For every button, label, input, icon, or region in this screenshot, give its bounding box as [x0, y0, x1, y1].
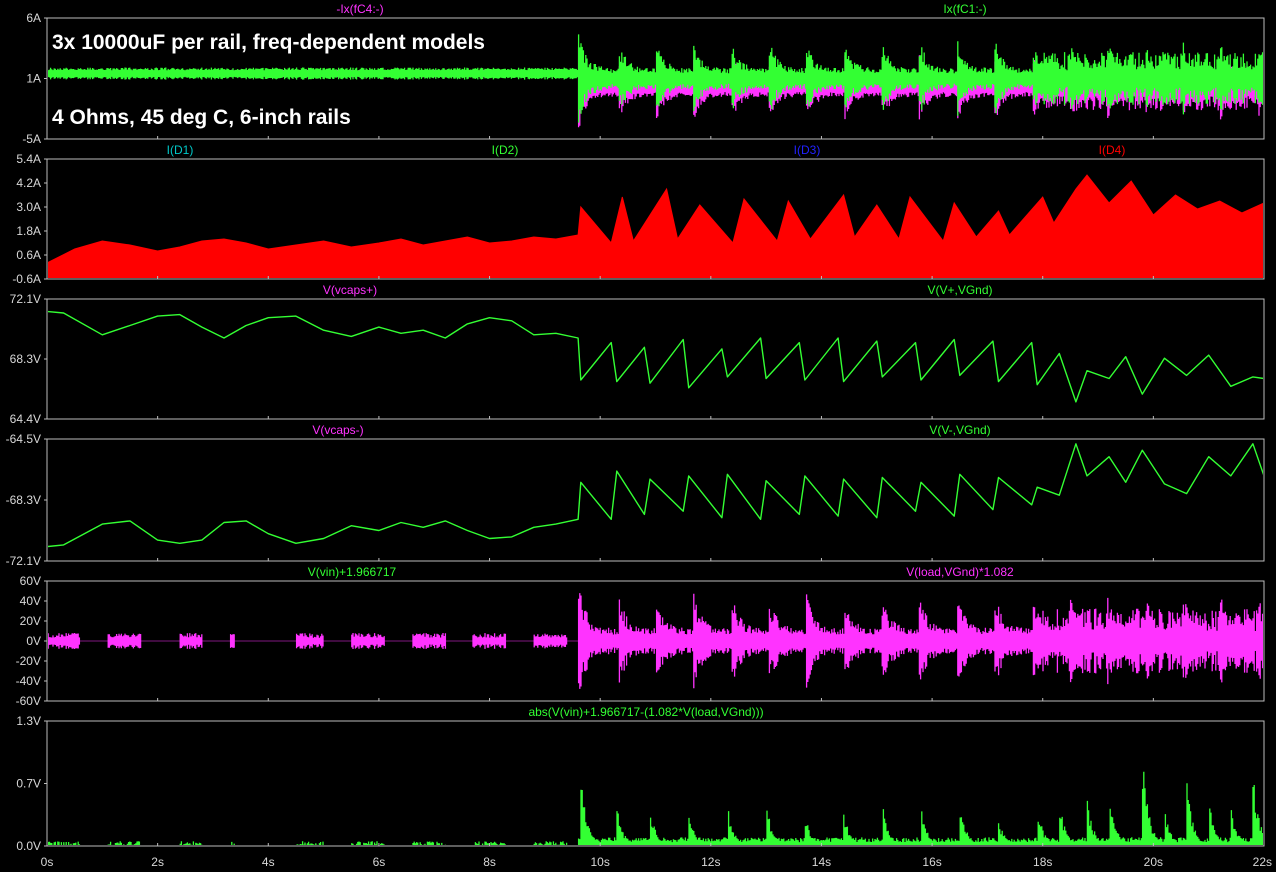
series-line: [48, 310, 1263, 403]
x-tick-label: 18s: [1033, 855, 1052, 869]
y-tick-label: 72.1V: [10, 292, 41, 306]
trace-label: I(D3): [794, 143, 821, 157]
trace-label: I(D2): [492, 143, 519, 157]
series-line: [48, 443, 1263, 548]
annotation-title: 3x 10000uF per rail, freq-dependent mode…: [52, 31, 485, 54]
x-tick-label: 8s: [483, 855, 496, 869]
x-tick-label: 16s: [922, 855, 941, 869]
panel-5: 60V 40V 20V 0V -20V -40V -60V V(vin)+1.966717 V(…: [16, 565, 1265, 708]
y-tick-label: 60V: [20, 574, 41, 588]
y-tick-label: -0.6A: [12, 272, 41, 286]
x-tick-label: 10s: [591, 855, 610, 869]
plot-area: [48, 174, 1263, 278]
y-tick-label: 64.4V: [10, 412, 41, 426]
trace-label: V(load,VGnd)*1.082: [906, 565, 1014, 579]
y-tick-label: 0.0V: [16, 839, 41, 853]
trace-label: V(vcaps+): [323, 283, 377, 297]
y-tick-label: -68.3V: [6, 493, 41, 507]
x-tick-label: 6s: [373, 855, 386, 869]
x-tick-label: 12s: [701, 855, 720, 869]
x-tick-label: 2s: [151, 855, 164, 869]
trace-label: V(V-,VGnd): [929, 423, 990, 437]
trace-label: V(V+,VGnd): [927, 283, 992, 297]
panel-frame: [46, 720, 1265, 847]
y-tick-label: -5A: [22, 132, 41, 146]
y-tick-label: 1.3V: [16, 714, 41, 728]
y-tick-label: -20V: [16, 654, 41, 668]
trace-label: Ix(fC1:-): [943, 2, 986, 16]
y-tick-label: 20V: [20, 614, 41, 628]
y-tick-label: 1A: [26, 72, 41, 86]
y-tick-label: 0.7V: [16, 777, 41, 791]
trace-label: V(vcaps-): [312, 423, 363, 437]
panel-2: 5.4A 4.2A 3.0A 1.8A 0.6A -0.6A I(D1) I(D2) I(D3)…: [12, 143, 1265, 286]
y-tick-label: -64.5V: [6, 432, 41, 446]
series-envelope: [48, 593, 1263, 689]
panel-frame: [46, 438, 1265, 562]
y-tick-label: 0.6A: [16, 248, 41, 262]
plot-area: [48, 771, 1263, 845]
x-tick-label: 22s: [1253, 855, 1272, 869]
y-tick-label: 5.4A: [16, 152, 41, 166]
trace-label: I(D4): [1099, 143, 1126, 157]
x-tick-label: 0s: [41, 855, 54, 869]
x-tick-label: 20s: [1144, 855, 1163, 869]
y-tick-label: 3.0A: [16, 200, 41, 214]
y-tick-label: 4.2A: [16, 176, 41, 190]
series-spikes: [48, 771, 1263, 845]
y-tick-label: 6A: [26, 11, 41, 25]
panel-6: 1.3V 0.7V 0.0V abs(V(vin)+1.966717-(1.082*V…: [16, 705, 1265, 853]
waveform-plot: 6A 1A -5A -Ix(fC4:-) Ix(fC1:-) 5.4A 4.2A 3.0A 1.…: [6, 2, 1272, 869]
trace-label: -Ix(fC4:-): [336, 2, 383, 16]
plot-area: [48, 310, 1263, 403]
series-area: [48, 174, 1263, 278]
y-tick-label: 68.3V: [10, 352, 41, 366]
x-axis: 0s 2s 4s 6s 8s 10s 12s 14s 16s 18s 20s 22s: [41, 855, 1272, 869]
y-tick-label: 40V: [20, 594, 41, 608]
plot-area: [48, 593, 1263, 689]
panel-3: 72.1V 68.3V 64.4V V(vcaps+) V(V+,VGnd): [10, 283, 1265, 426]
trace-label: abs(V(vin)+1.966717-(1.082*V(load,VGnd))…: [528, 705, 763, 719]
trace-label: I(D1): [167, 143, 194, 157]
annotation-subtitle: 4 Ohms, 45 deg C, 6-inch rails: [52, 106, 351, 129]
trace-label: V(vin)+1.966717: [308, 565, 397, 579]
plot-panels: 6A 1A -5A -Ix(fC4:-) Ix(fC1:-) 5.4A 4.2A 3.0A 1.…: [6, 2, 1265, 853]
x-tick-label: 14s: [812, 855, 831, 869]
panel-frame: [46, 298, 1265, 420]
panel-4: -64.5V -68.3V -72.1V V(vcaps-) V(V-,VGnd): [6, 423, 1265, 568]
y-tick-label: -40V: [16, 674, 41, 688]
y-tick-label: -72.1V: [6, 554, 41, 568]
y-tick-label: 1.8A: [16, 224, 41, 238]
y-tick-label: -60V: [16, 694, 41, 708]
plot-area: [48, 443, 1263, 548]
y-tick-label: 0V: [26, 634, 41, 648]
annotations: 3x 10000uF per rail, freq-dependent mode…: [52, 31, 485, 129]
x-tick-label: 4s: [262, 855, 275, 869]
